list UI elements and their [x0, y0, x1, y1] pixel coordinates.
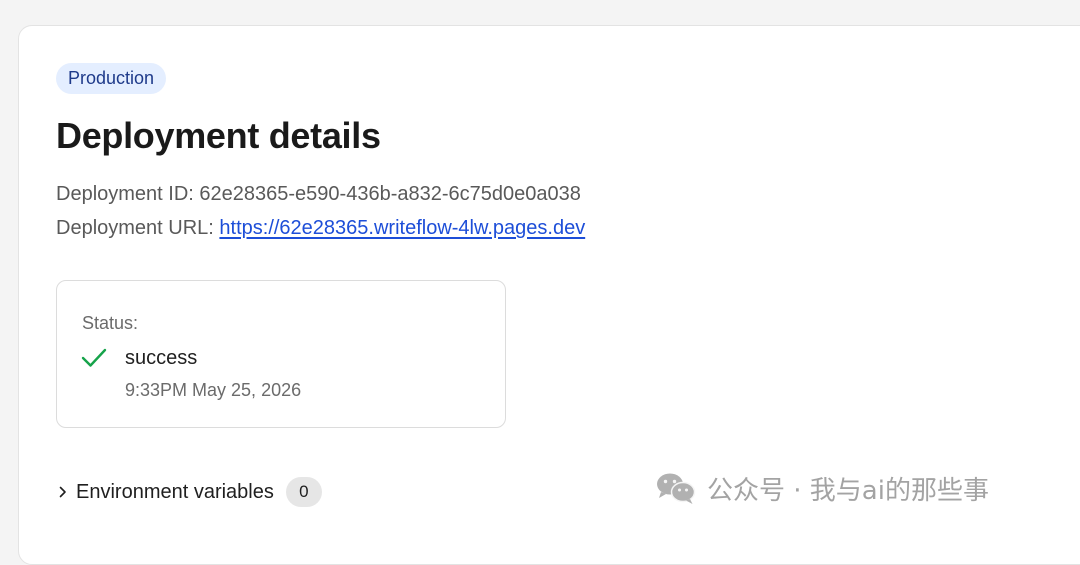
status-panel: Status: success 9:33PM May 25, 2026	[56, 280, 506, 428]
environment-variables-label: Environment variables	[76, 480, 274, 503]
watermark: 公众号 · 我与ai的那些事	[655, 470, 989, 506]
status-timestamp: 9:33PM May 25, 2026	[125, 380, 302, 400]
deployment-id-row: Deployment ID: 62e28365-e590-436b-a832-6…	[56, 180, 581, 208]
deployment-url-label: Deployment URL:	[56, 217, 214, 239]
deployment-id-label: Deployment ID:	[56, 183, 194, 205]
status-label: Status:	[82, 313, 139, 333]
deployment-url-row: Deployment URL: https://62e28365.writefl…	[56, 214, 585, 242]
page-title: Deployment details	[56, 115, 381, 156]
environment-variables-count: 0	[285, 477, 322, 507]
status-value: success	[125, 347, 198, 369]
deployment-id-value: 62e28365-e590-436b-a832-6c75d0e0a038	[199, 183, 581, 205]
chevron-right-icon	[59, 486, 66, 498]
check-icon	[81, 348, 107, 367]
wechat-icon	[657, 473, 696, 504]
deployment-url-link[interactable]: https://62e28365.writeflow-4lw.pages.dev	[219, 217, 585, 239]
watermark-text: 公众号 · 我与ai的那些事	[707, 475, 989, 506]
environment-badge: Production	[56, 63, 167, 94]
environment-variables-toggle[interactable]: Environment variables 0	[56, 475, 322, 509]
